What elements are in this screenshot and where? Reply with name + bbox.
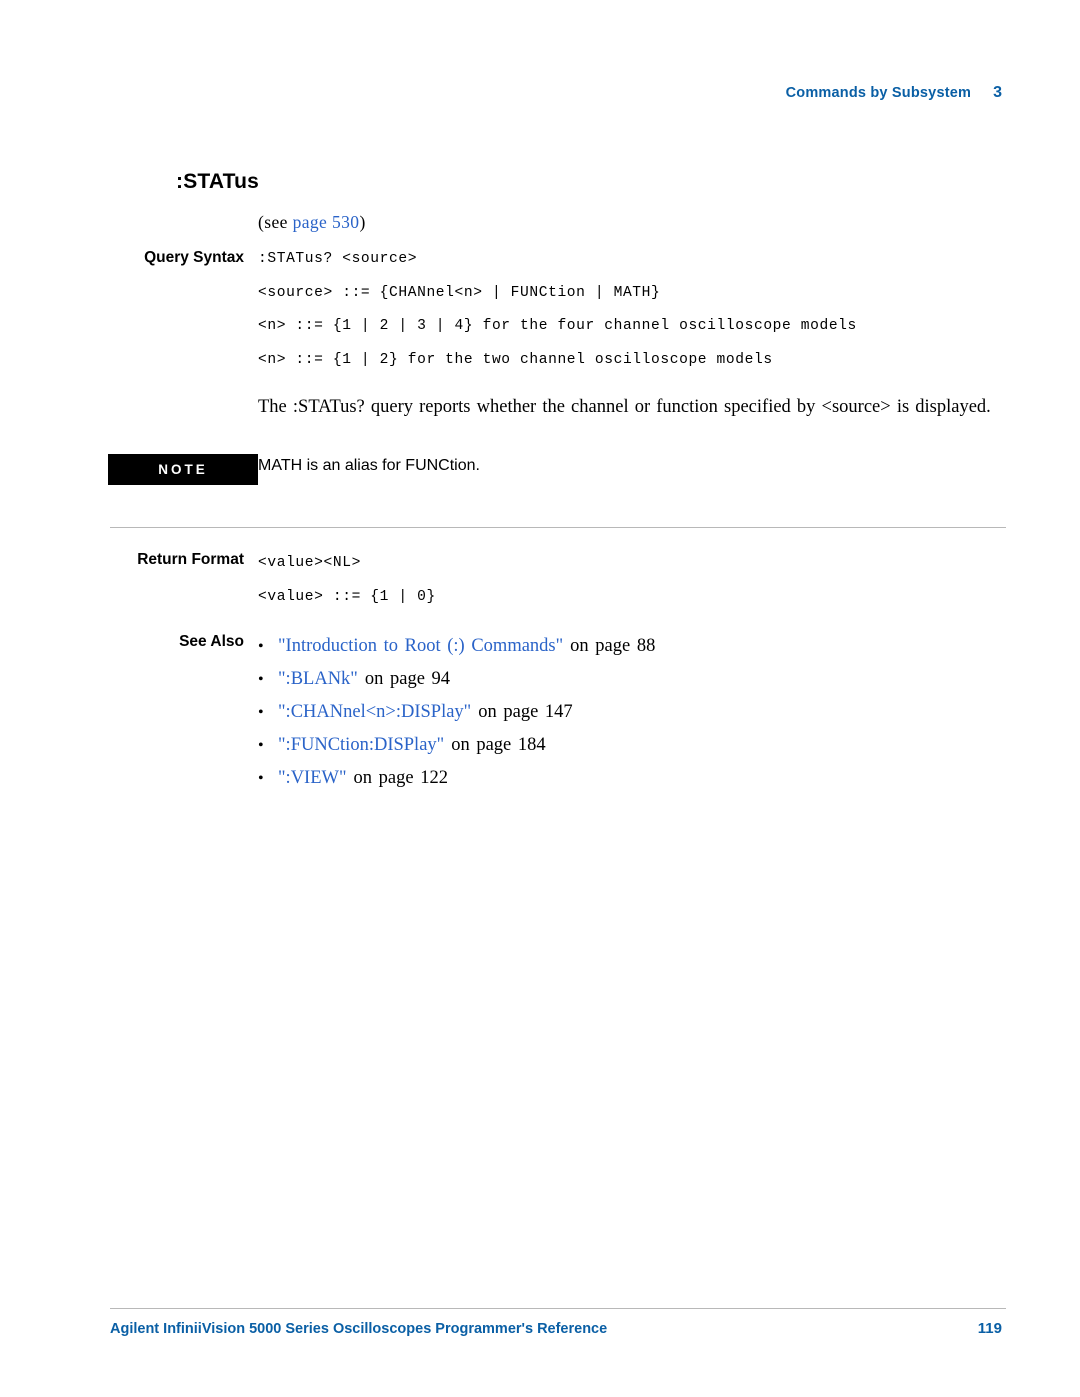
query-syntax-row: Query Syntax :STATus? <source> <source> … [0, 243, 1080, 377]
see-page-suffix: ) [359, 212, 366, 232]
header-chapter-number: 3 [993, 84, 1002, 101]
query-syntax-line-2: <n> ::= {1 | 2 | 3 | 4} for the four cha… [258, 318, 857, 334]
page-title: :STATus [176, 170, 260, 193]
see-also-link-3[interactable]: ":FUNCtion:DISPlay" [278, 729, 444, 761]
bullet-icon: • [258, 704, 264, 721]
return-format-label: Return Format [137, 551, 244, 568]
query-syntax-label: Query Syntax [144, 249, 244, 266]
see-also-row: See Also • "Introduction to Root (:) Com… [0, 630, 1080, 795]
see-also-link-1[interactable]: ":BLANk" [278, 663, 358, 695]
see-page-link[interactable]: page [293, 212, 328, 232]
see-also-link-4[interactable]: ":VIEW" [278, 762, 347, 794]
list-item: • "Introduction to Root (:) Commands" on… [258, 630, 1004, 663]
bullet-icon: • [258, 638, 264, 655]
bullet-icon: • [258, 671, 264, 688]
see-also-tail-3: on page 184 [451, 735, 546, 755]
list-item: • ":BLANk" on page 94 [258, 663, 1004, 696]
return-format-line-1: <value> ::= {1 | 0} [258, 588, 436, 605]
see-page-number[interactable]: 530 [327, 212, 359, 232]
see-also-list: • "Introduction to Root (:) Commands" on… [258, 630, 1004, 795]
see-also-link-2[interactable]: ":CHANnel<n>:DISPlay" [278, 696, 471, 728]
bullet-icon: • [258, 770, 264, 787]
query-syntax-line-1: <source> ::= {CHANnel<n> | FUNCtion | MA… [258, 284, 661, 301]
section-divider [110, 527, 1006, 528]
page-content: (see page 530) Query Syntax :STATus? <so… [0, 212, 1080, 795]
description-text: The :STATus? query reports whether the c… [258, 397, 991, 417]
return-format-line-0: <value><NL> [258, 555, 361, 571]
see-also-link-0[interactable]: "Introduction to Root (:) Commands" [278, 630, 563, 662]
see-also-tail-4: on page 122 [353, 768, 448, 788]
query-syntax-line-0: :STATus? <source> [258, 251, 418, 267]
note-badge-label: NOTE [158, 462, 208, 477]
bullet-icon: • [258, 737, 264, 754]
note-badge: NOTE [108, 454, 258, 485]
note-label-col: NOTE [0, 454, 258, 485]
divider-wrap [0, 485, 1080, 541]
description-row: The :STATus? query reports whether the c… [0, 395, 1080, 420]
see-also-tail-0: on page 88 [570, 636, 656, 656]
document-page: Commands by Subsystem 3 :STATus (see pag… [0, 0, 1080, 1397]
note-text: MATH is an alias for FUNCtion. [258, 457, 480, 474]
footer-document-title: Agilent InfiniiVision 5000 Series Oscill… [110, 1321, 608, 1337]
note-row: NOTE MATH is an alias for FUNCtion. [0, 454, 1080, 485]
list-item: • ":CHANnel<n>:DISPlay" on page 147 [258, 696, 1004, 729]
see-also-tail-2: on page 147 [478, 702, 573, 722]
query-syntax-line-3: <n> ::= {1 | 2} for the two channel osci… [258, 351, 773, 368]
see-page-spacer [0, 212, 258, 233]
page-header: Commands by Subsystem 3 [786, 84, 1002, 102]
footer-divider [110, 1308, 1006, 1309]
return-format-row: Return Format <value><NL> <value> ::= {1… [0, 547, 1080, 614]
list-item: • ":FUNCtion:DISPlay" on page 184 [258, 729, 1004, 762]
header-subsystem-title: Commands by Subsystem [785, 85, 972, 101]
footer-page-number: 119 [977, 1320, 1002, 1337]
see-page-prefix: (see [258, 212, 293, 232]
see-page-row: (see page 530) [0, 212, 1080, 233]
see-also-tail-1: on page 94 [364, 669, 451, 689]
list-item: • ":VIEW" on page 122 [258, 762, 1004, 795]
see-also-label: See Also [179, 633, 244, 650]
